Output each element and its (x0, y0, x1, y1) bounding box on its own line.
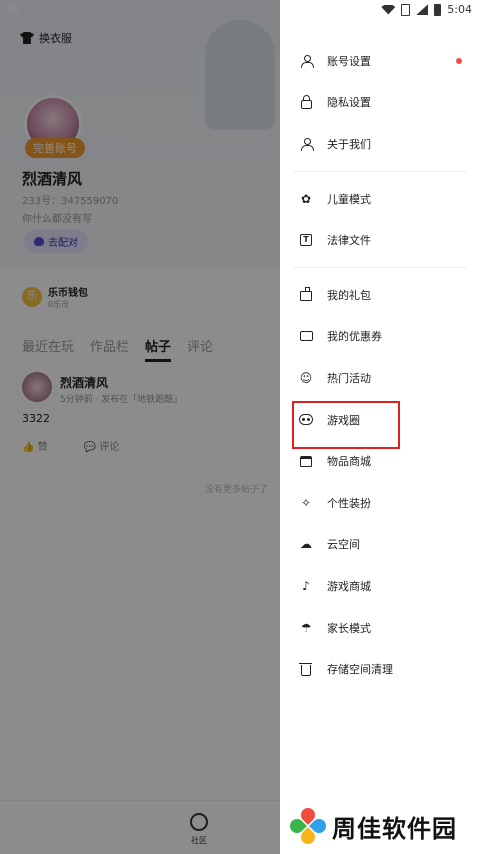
menu-item-my-coupons[interactable]: 我的优惠券 (280, 316, 480, 358)
menu-label: 隐私设置 (327, 96, 371, 110)
menu-item-legal-docs[interactable]: T 法律文件 (280, 219, 480, 261)
menu-item-kids-mode[interactable]: ✿ 儿童模式 (280, 178, 480, 220)
menu-label: 账号设置 (327, 54, 371, 68)
battery-icon (434, 3, 442, 16)
sparkle-icon: ✧ (300, 495, 312, 510)
menu-item-game-store[interactable]: ♪ 游戏商城 (280, 565, 480, 607)
smile-icon: ☺ (299, 370, 313, 385)
watermark-logo: 周佳软件园 (287, 805, 457, 847)
watermark-text: 周佳软件园 (332, 814, 457, 843)
wifi-icon (381, 4, 396, 15)
menu-item-privacy-settings[interactable]: 隐私设置 (280, 82, 480, 124)
signal-icon (416, 4, 429, 15)
sim-icon (401, 3, 411, 16)
menu-item-hot-events[interactable]: ☺ 热门活动 (280, 357, 480, 399)
user-icon (299, 54, 314, 68)
menu-label: 存储空间清理 (327, 663, 393, 677)
status-bar: 5:04 (0, 0, 480, 22)
umbrella-icon: ☂ (300, 620, 312, 635)
menu-item-cloud-space[interactable]: ☁ 云空间 (280, 524, 480, 566)
status-time: 5:04 (447, 3, 472, 16)
music-note-icon: ♪ (302, 578, 310, 593)
menu-item-about-us[interactable]: 关于我们 (280, 123, 480, 165)
document-t-icon: T (299, 233, 313, 247)
lock-icon (299, 94, 313, 109)
pinwheel-logo-icon (287, 805, 329, 847)
store-icon (299, 454, 313, 468)
divider (294, 266, 466, 268)
trash-icon (299, 662, 313, 676)
menu-item-parent-mode[interactable]: ☂ 家长模式 (280, 607, 480, 649)
notification-icon (8, 4, 18, 14)
menu-label: 家长模式 (327, 621, 371, 635)
menu-label: 热门活动 (327, 371, 371, 385)
ticket-icon (299, 329, 313, 343)
menu-label: 个性装扮 (327, 496, 371, 510)
cloud-icon: ☁ (300, 537, 312, 552)
menu-label: 儿童模式 (327, 192, 371, 206)
menu-item-personal-dressup[interactable]: ✧ 个性装扮 (280, 482, 480, 524)
drawer-menu: 账号设置 隐私设置 关于我们 ✿ 儿童模式 T 法律文件 我的礼包 我的优惠券 (280, 40, 480, 690)
highlight-box (292, 401, 400, 449)
person-icon (299, 137, 314, 151)
menu-label: 物品商城 (327, 455, 371, 469)
menu-label: 我的礼包 (327, 288, 371, 302)
menu-label: 关于我们 (327, 137, 371, 151)
menu-label: 云空间 (327, 538, 360, 552)
sprout-icon: ✿ (300, 191, 312, 206)
menu-item-storage-cleanup[interactable]: 存储空间清理 (280, 648, 480, 690)
notification-dot (456, 58, 462, 64)
divider (294, 170, 466, 172)
menu-label: 法律文件 (327, 234, 371, 248)
menu-item-account-settings[interactable]: 账号设置 (280, 40, 480, 82)
menu-label: 游戏商城 (327, 579, 371, 593)
gift-icon (299, 287, 313, 302)
menu-item-my-gifts[interactable]: 我的礼包 (280, 274, 480, 316)
menu-label: 我的优惠券 (327, 330, 382, 344)
